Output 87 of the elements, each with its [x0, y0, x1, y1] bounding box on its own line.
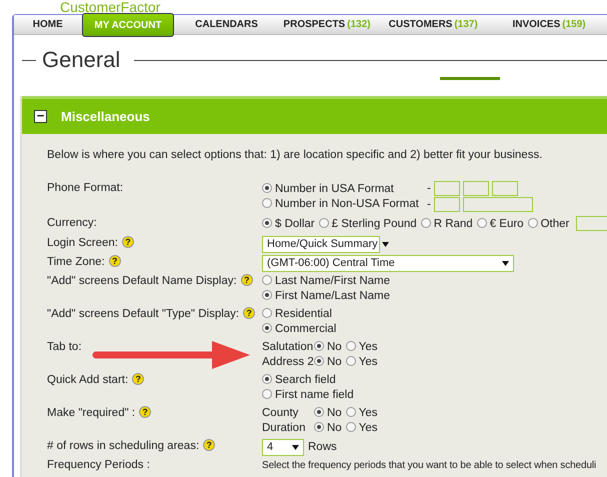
option-label: No — [327, 356, 342, 368]
tab-indicator — [440, 77, 500, 80]
radio-button[interactable] — [262, 218, 272, 228]
help-icon[interactable]: ? — [139, 406, 152, 418]
logo-text: CustomerFactor — [60, 0, 160, 14]
option-label: Salutation — [262, 340, 314, 355]
field-label: Make "required" : — [47, 406, 136, 421]
option-label: £ Sterling Pound — [332, 218, 417, 230]
radio-button[interactable] — [262, 308, 272, 318]
option-label: € Euro — [490, 218, 524, 230]
nav-tab[interactable]: HOME — [14, 15, 82, 34]
radio-button[interactable] — [262, 374, 272, 384]
field-label: # of rows in scheduling areas: — [47, 438, 200, 454]
radio-button[interactable] — [314, 406, 324, 417]
help-icon[interactable]: ? — [132, 372, 144, 385]
input-field[interactable] — [576, 216, 607, 232]
radio-button[interactable] — [476, 218, 487, 228]
radio-button[interactable] — [346, 356, 356, 366]
option-label: R Rand — [434, 218, 473, 230]
field-label: Tab to: — [47, 340, 82, 355]
radio-button[interactable] — [420, 218, 431, 228]
radio-button[interactable] — [346, 422, 356, 432]
nav-tab[interactable]: PROSPECTS (132) — [278, 15, 376, 34]
radio-button[interactable] — [262, 290, 272, 300]
option-label: Yes — [358, 356, 378, 368]
field-label: Frequency Periods : — [47, 458, 150, 473]
input-field[interactable] — [492, 181, 518, 196]
help-icon[interactable]: ? — [243, 306, 256, 319]
option-label: Commercial — [275, 322, 336, 335]
dropdown[interactable]: (GMT-06:00) Central Time — [262, 254, 514, 272]
option-label: Other — [540, 218, 570, 230]
field-label: Time Zone: — [47, 254, 105, 270]
option-label: Number in Non-USA Format — [275, 197, 420, 212]
field-label: Currency: — [47, 216, 97, 232]
page-title: General — [42, 46, 120, 74]
option-label: Residential — [275, 308, 332, 320]
option-label: Last Name/First Name — [275, 274, 390, 287]
nav-tab[interactable]: INVOICES (159) — [491, 15, 607, 34]
option-label: Yes — [358, 340, 378, 353]
help-icon[interactable]: ? — [122, 236, 134, 248]
option-label: No — [327, 422, 342, 434]
radio-button[interactable] — [262, 322, 272, 333]
radio-button[interactable] — [528, 218, 538, 228]
field-label: Login Screen: — [47, 236, 118, 251]
input-field[interactable] — [462, 181, 489, 196]
dropdown[interactable]: 4 — [262, 438, 304, 456]
help-text: Select the frequency periods that you want to be able to select when scheduli — [262, 460, 596, 471]
option-label: Search field — [275, 374, 336, 386]
nav-tab[interactable]: CUSTOMERS (137) — [375, 15, 492, 34]
help-icon[interactable]: ? — [108, 254, 121, 267]
intro-text: Below is where you can select options that: 1) are location specific and 2) better fit your business. — [47, 148, 544, 163]
radio-button[interactable] — [314, 340, 324, 351]
field-label: "Add" screens Default "Type" Display: — [47, 306, 240, 322]
field-label: Quick Add start: — [47, 372, 128, 388]
radio-button[interactable] — [314, 422, 324, 432]
option-label: $ Dollar — [275, 218, 315, 230]
radio-button[interactable] — [346, 406, 356, 417]
option-label: No — [327, 406, 342, 419]
radio-button[interactable] — [262, 198, 272, 208]
option-label: Yes — [358, 422, 378, 434]
radio-button[interactable] — [346, 340, 356, 351]
radio-button[interactable] — [262, 274, 272, 285]
field-label: Phone Format: — [47, 181, 124, 196]
radio-button[interactable] — [318, 218, 329, 228]
help-icon[interactable]: ? — [203, 438, 216, 451]
option-label: No — [327, 340, 342, 353]
input-field[interactable] — [462, 196, 533, 212]
option-label: First Name/Last Name — [275, 290, 390, 302]
field-label: "Add" screens Default Name Display: — [47, 274, 237, 289]
input-field[interactable] — [434, 196, 460, 212]
option-label: Number in USA Format — [275, 182, 395, 197]
section-title: Miscellaneous — [61, 108, 150, 126]
radio-button[interactable] — [262, 388, 272, 399]
option-label: Yes — [358, 406, 378, 419]
input-field[interactable] — [434, 181, 460, 196]
option-label: County — [262, 406, 300, 421]
nav-tab[interactable]: CALENDARS — [174, 15, 279, 34]
radio-button[interactable] — [262, 182, 272, 193]
separator-text: - — [427, 182, 431, 195]
collapse-button[interactable]: − — [34, 110, 47, 123]
help-icon[interactable]: ? — [240, 274, 253, 286]
option-label: Address 2 — [262, 354, 314, 370]
option-label: First name field — [275, 388, 354, 401]
suffix-text: Rows — [308, 440, 337, 453]
option-label: Duration — [262, 420, 306, 436]
separator-text: - — [427, 198, 431, 210]
radio-button[interactable] — [314, 356, 324, 366]
